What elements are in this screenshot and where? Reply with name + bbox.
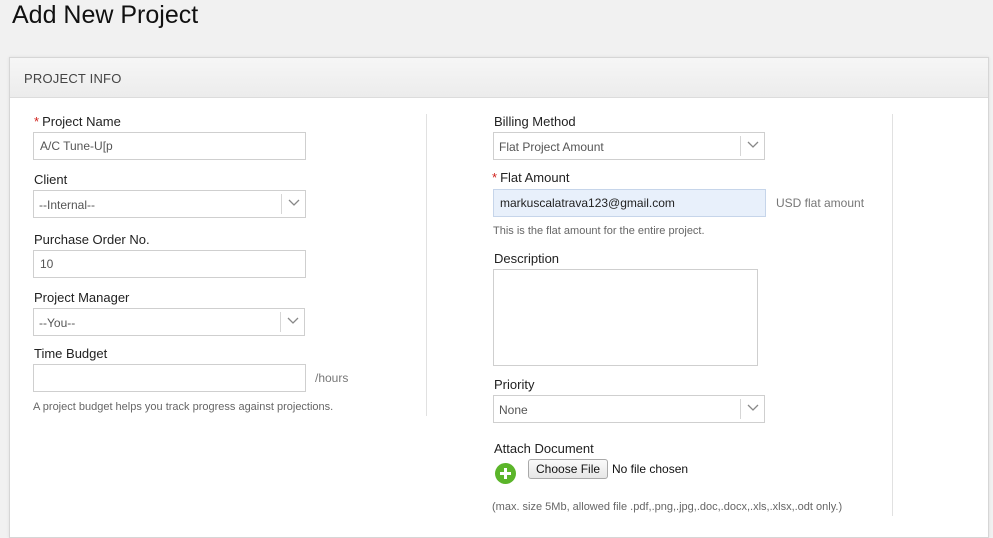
time-budget-input[interactable] <box>33 364 306 392</box>
priority-selected-value: None <box>499 403 528 417</box>
project-name-label-text: Project Name <box>42 114 121 129</box>
billing-method-label: Billing Method <box>494 114 576 129</box>
time-budget-suffix: /hours <box>315 371 349 385</box>
chevron-down-icon[interactable] <box>740 136 764 156</box>
chevron-down-icon[interactable] <box>280 312 304 332</box>
flat-amount-input[interactable] <box>493 189 766 217</box>
description-label: Description <box>494 251 560 266</box>
time-budget-hint: A project budget helps you track progres… <box>33 401 334 413</box>
flat-amount-label-text: Flat Amount <box>500 170 570 185</box>
flat-amount-hint: This is the flat amount for the entire p… <box>493 225 705 237</box>
purchase-order-label: Purchase Order No. <box>34 232 150 247</box>
project-manager-label: Project Manager <box>34 290 130 305</box>
panel-header-label: PROJECT INFO <box>24 71 122 86</box>
column-divider <box>426 114 427 416</box>
billing-method-select[interactable]: Flat Project Amount <box>493 132 765 160</box>
priority-select[interactable]: None <box>493 395 765 423</box>
priority-label: Priority <box>494 377 535 392</box>
client-label: Client <box>34 172 68 187</box>
right-divider <box>892 114 893 516</box>
project-info-panel: PROJECT INFO *Project Name Client --Inte… <box>9 57 989 538</box>
chevron-down-icon[interactable] <box>740 399 764 419</box>
description-textarea[interactable] <box>493 269 758 366</box>
attach-note: (max. size 5Mb, allowed file .pdf,.png,.… <box>492 501 843 513</box>
project-name-input[interactable] <box>33 132 306 160</box>
project-manager-selected-value: --You-- <box>39 316 76 330</box>
flat-amount-label: * Flat Amount <box>492 170 569 185</box>
plus-circle-icon[interactable] <box>495 463 516 484</box>
file-status: No file chosen <box>612 462 689 476</box>
project-manager-select[interactable]: --You-- <box>33 308 305 336</box>
choose-file-button[interactable]: Choose File <box>528 459 609 479</box>
required-mark: * <box>34 114 40 129</box>
required-mark: * <box>492 170 498 185</box>
attach-document-label: Attach Document <box>494 441 594 456</box>
client-select[interactable]: --Internal-- <box>33 190 306 218</box>
panel-header: PROJECT INFO <box>10 58 988 98</box>
flat-amount-suffix: USD flat amount <box>776 196 865 210</box>
chevron-down-icon[interactable] <box>281 194 305 214</box>
purchase-order-input[interactable] <box>33 250 306 278</box>
billing-method-selected-value: Flat Project Amount <box>499 140 604 154</box>
page-title: Add New Project <box>12 1 199 29</box>
time-budget-label: Time Budget <box>34 346 108 361</box>
client-selected-value: --Internal-- <box>39 198 96 212</box>
project-name-label: * Project Name <box>34 114 121 129</box>
